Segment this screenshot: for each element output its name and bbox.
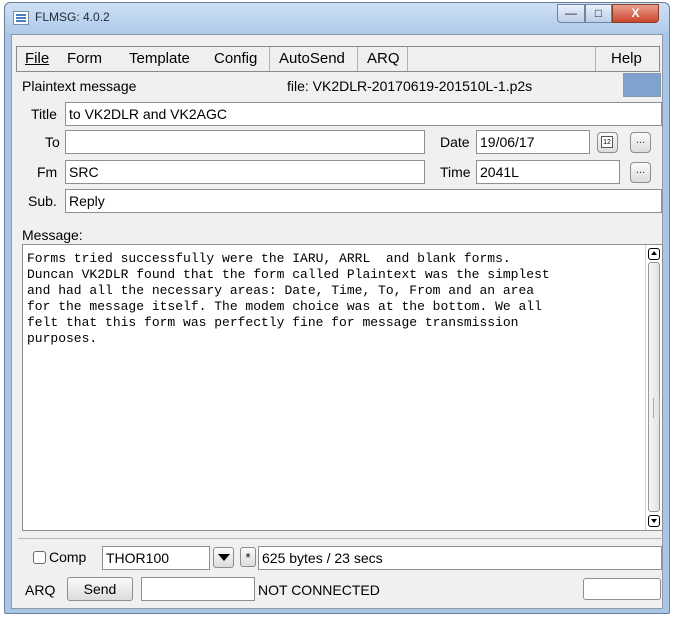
close-button[interactable]: X [612,4,659,23]
modem-select[interactable]: THOR100 [102,546,210,570]
comp-label: Comp [49,549,87,565]
send-button[interactable]: Send [67,577,133,601]
menu-autosend[interactable]: AutoSend [279,50,345,67]
menu-arq[interactable]: ARQ [367,50,400,67]
minimize-button[interactable]: — [557,4,585,23]
arq-label: ARQ [25,582,56,598]
menu-template[interactable]: Template [129,50,190,67]
menu-separator [595,47,596,71]
menu-help[interactable]: Help [611,50,642,67]
title-bar[interactable]: FLMSG: 4.0.2 — □ X [5,3,669,33]
status-indicator [623,73,661,97]
transfer-info: 625 bytes / 23 secs [258,546,662,570]
calendar-button[interactable]: 12 [597,132,618,153]
window-title: FLMSG: 4.0.2 [35,10,110,24]
message-label: Message: [22,227,83,243]
subject-input[interactable]: Reply [65,189,662,213]
dropdown-arrow-icon[interactable] [213,547,234,568]
form-type-label: Plaintext message [22,78,137,94]
time-more-button[interactable]: ... [630,162,651,183]
fm-label: Fm [37,164,58,180]
message-textarea[interactable]: Forms tried successfully were the IARU, … [22,244,663,531]
divider [18,538,664,539]
scroll-down-icon[interactable] [648,515,660,527]
title-label: Title [31,106,57,122]
to-label: To [45,134,60,150]
send-target-input[interactable] [141,577,255,601]
connection-status: NOT CONNECTED [258,582,380,598]
fm-input[interactable]: SRC [65,160,425,184]
menu-file[interactable]: File [25,50,49,67]
maximize-button[interactable]: □ [585,4,612,23]
menu-separator [269,47,270,71]
vertical-scrollbar[interactable] [645,245,662,530]
file-name-label: file: VK2DLR-20170619-201510L-1.p2s [287,78,533,94]
to-input[interactable] [65,130,425,154]
time-input[interactable]: 2041L [476,160,620,184]
modem-config-button[interactable]: * [240,547,256,567]
subject-label: Sub. [28,193,57,209]
date-label: Date [440,134,470,150]
menu-separator [357,47,358,71]
menu-separator [407,47,408,71]
date-input[interactable]: 19/06/17 [476,130,590,154]
grip-icon [653,398,660,418]
menu-form[interactable]: Form [67,50,102,67]
app-icon [13,11,29,25]
menu-config[interactable]: Config [214,50,257,67]
menu-bar: File Form Template Config AutoSend ARQ H… [16,46,660,72]
message-text: Forms tried successfully were the IARU, … [27,251,550,346]
scroll-thumb[interactable] [648,262,660,512]
time-label: Time [440,164,471,180]
date-more-button[interactable]: ... [630,132,651,153]
title-input[interactable]: to VK2DLR and VK2AGC [65,102,662,126]
status-field [583,578,661,600]
comp-checkbox[interactable] [33,551,46,564]
calendar-icon: 12 [601,136,613,148]
scroll-up-icon[interactable] [648,248,660,260]
